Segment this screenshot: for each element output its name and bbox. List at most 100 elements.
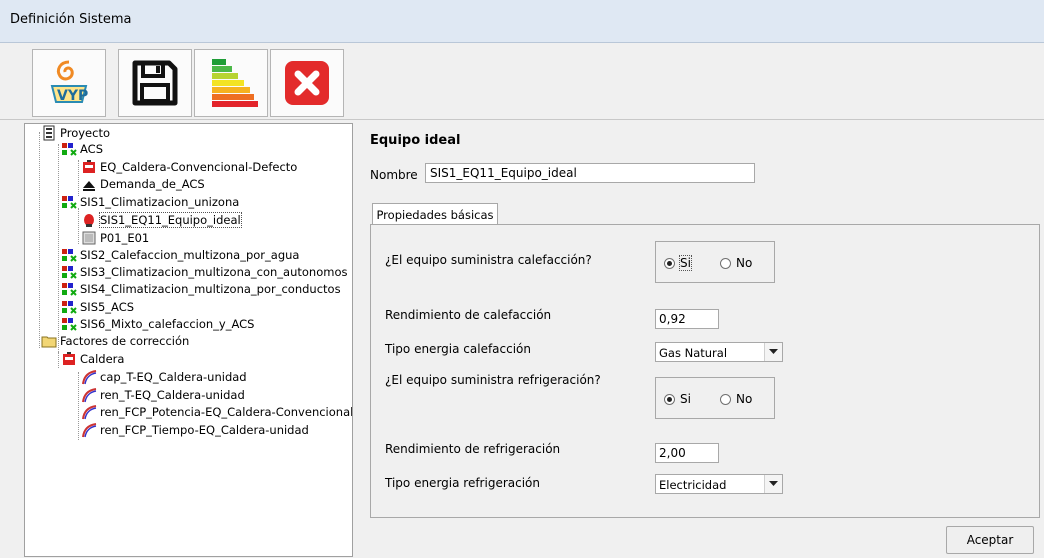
window-title: Definición Sistema — [10, 12, 132, 27]
select-value: Electricidad — [659, 478, 727, 492]
tree-item-label: ren_FCP_Potencia-EQ_Caldera-Convencional… — [100, 405, 353, 419]
name-label: Nombre — [370, 168, 418, 182]
tree-item-label: SIS6_Mixto_calefaccion_y_ACS — [80, 317, 255, 331]
tree-connector — [39, 132, 40, 348]
tree-item-proyecto[interactable]: Proyecto — [41, 125, 110, 141]
tree-item-factores[interactable]: Factores de corrección — [41, 333, 189, 349]
project-icon — [43, 125, 55, 141]
tree-item-demanda[interactable]: Demanda_de_ACS — [81, 176, 205, 192]
chevron-down-icon — [764, 475, 782, 493]
heating-energy-select[interactable]: Gas Natural — [655, 342, 783, 362]
tree-item-label: cap_T-EQ_Caldera-unidad — [100, 370, 247, 384]
select-value: Gas Natural — [659, 346, 728, 360]
svg-text:VYP: VYP — [57, 88, 88, 104]
heating-energy-label: Tipo energia calefacción — [385, 342, 532, 356]
tree-item-sis1-eq11[interactable]: SIS1_EQ11_Equipo_ideal — [81, 212, 242, 228]
vyp-logo-button[interactable]: VYP — [32, 49, 106, 117]
radio-label: Si — [680, 392, 691, 406]
name-field[interactable]: SIS1_EQ11_Equipo_ideal — [425, 163, 755, 183]
section-title: Equipo ideal — [370, 133, 461, 148]
cooling-question: ¿El equipo suministra refrigeración? — [385, 373, 601, 387]
tree-item-eq-caldera[interactable]: EQ_Caldera-Convencional-Defecto — [81, 159, 297, 175]
cooling-no-radio[interactable]: No — [720, 392, 752, 406]
tree-connector — [58, 352, 59, 368]
ideal-equipment-icon — [84, 214, 94, 227]
tree-item-label: SIS4_Climatizacion_multizona_por_conduct… — [80, 282, 341, 296]
boiler-icon — [63, 352, 75, 365]
curve-icon — [82, 405, 97, 420]
tree-item-sis5[interactable]: SIS5_ACS — [61, 299, 134, 315]
tree-item-label: SIS3_Climatizacion_multizona_con_autonom… — [80, 265, 348, 279]
tree-item-caldera[interactable]: Caldera — [61, 351, 124, 367]
tree-item-acs[interactable]: ACS — [61, 141, 103, 157]
tree-connector — [78, 160, 79, 196]
cooling-efficiency-field[interactable]: 2,00 — [655, 443, 719, 463]
tree-item-label: SIS2_Calefaccion_multizona_por_agua — [80, 248, 300, 262]
tab-panel: ¿El equipo suministra calefacción? Si No… — [370, 224, 1040, 518]
boiler-icon — [83, 160, 95, 173]
toolbar: VYP — [0, 43, 1044, 120]
cooling-energy-select[interactable]: Electricidad — [655, 474, 783, 494]
tree-item-sis2[interactable]: SIS2_Calefaccion_multizona_por_agua — [61, 247, 299, 263]
heating-radio-group: Si No — [655, 241, 775, 283]
tree-item-label: Demanda_de_ACS — [100, 177, 205, 191]
tree-item-ren-fcp-tiempo[interactable]: ren_FCP_Tiempo-EQ_Caldera-unidad — [81, 422, 309, 438]
save-button[interactable] — [118, 49, 192, 117]
tree-item-label: EQ_Caldera-Convencional-Defecto — [100, 160, 298, 174]
radio-dot — [664, 257, 675, 269]
radio-label: No — [736, 392, 753, 406]
heating-no-radio[interactable]: No — [720, 256, 752, 270]
radio-dot — [664, 393, 675, 405]
cooling-yes-radio[interactable]: Si — [664, 392, 691, 406]
heating-efficiency-label: Rendimiento de calefacción — [385, 308, 552, 322]
detail-panel: Equipo ideal Nombre SIS1_EQ11_Equipo_ide… — [360, 123, 1044, 558]
heating-question: ¿El equipo suministra calefacción? — [385, 253, 592, 267]
tree-item-label: SIS5_ACS — [80, 300, 135, 314]
vyp-logo-icon: VYP — [50, 60, 88, 104]
tree-item-label: ACS — [80, 142, 103, 156]
cooling-energy-label: Tipo energia refrigeración — [385, 476, 540, 490]
tree-item-label: Factores de corrección — [60, 334, 190, 348]
demand-icon — [83, 181, 95, 191]
tree-item-label: Proyecto — [60, 126, 110, 140]
tree-item-sis4[interactable]: SIS4_Climatizacion_multizona_por_conduct… — [61, 281, 341, 297]
energy-rating-button[interactable] — [194, 49, 268, 117]
folder-icon — [41, 336, 57, 348]
title-bar: Definición Sistema — [0, 0, 1044, 43]
tree-item-ren-t[interactable]: ren_T-EQ_Caldera-unidad — [81, 387, 245, 403]
tree-connector — [78, 372, 79, 440]
tree-item-label: SIS1_Climatizacion_unizona — [80, 195, 240, 209]
radio-label: No — [736, 256, 753, 270]
radio-dot — [720, 257, 731, 269]
tree-item-label: SIS1_EQ11_Equipo_ideal — [99, 212, 242, 228]
system-icon — [62, 266, 77, 279]
tree-item-sis6[interactable]: SIS6_Mixto_calefaccion_y_ACS — [61, 316, 254, 332]
tree-connector — [58, 144, 59, 356]
tab-propiedades-basicas[interactable]: Propiedades básicas — [372, 203, 498, 226]
tree-item-cap-t[interactable]: cap_T-EQ_Caldera-unidad — [81, 369, 247, 385]
tree-item-ren-fcp-potencia[interactable]: ren_FCP_Potencia-EQ_Caldera-Convencional… — [81, 404, 353, 420]
system-icon — [62, 249, 77, 262]
accept-button[interactable]: Aceptar — [946, 526, 1034, 554]
system-icon — [62, 301, 77, 314]
system-tree[interactable]: Proyecto ACS EQ_Caldera-Convencional-Def… — [24, 123, 353, 557]
system-icon — [62, 283, 77, 296]
tree-item-label: Caldera — [80, 352, 125, 366]
system-icon — [62, 318, 77, 331]
tree-item-p01-e01[interactable]: P01_E01 — [81, 230, 149, 246]
chevron-down-icon — [764, 343, 782, 361]
tree-item-label: P01_E01 — [100, 231, 150, 245]
cooling-efficiency-label: Rendimiento de refrigeración — [385, 442, 561, 456]
system-icon — [62, 143, 77, 156]
heating-efficiency-field[interactable]: 0,92 — [655, 309, 719, 329]
close-button[interactable] — [270, 49, 344, 117]
tree-item-sis1[interactable]: SIS1_Climatizacion_unizona — [61, 194, 239, 210]
tree-connector — [78, 208, 79, 244]
tree-item-sis3[interactable]: SIS3_Climatizacion_multizona_con_autonom… — [61, 264, 348, 280]
cooling-radio-group: Si No — [655, 377, 775, 419]
heating-yes-radio[interactable]: Si — [664, 255, 692, 271]
energy-rating-icon — [212, 59, 258, 107]
tree-item-label: ren_T-EQ_Caldera-unidad — [100, 388, 245, 402]
tree-item-label: ren_FCP_Tiempo-EQ_Caldera-unidad — [100, 423, 309, 437]
radio-label: Si — [679, 255, 692, 271]
